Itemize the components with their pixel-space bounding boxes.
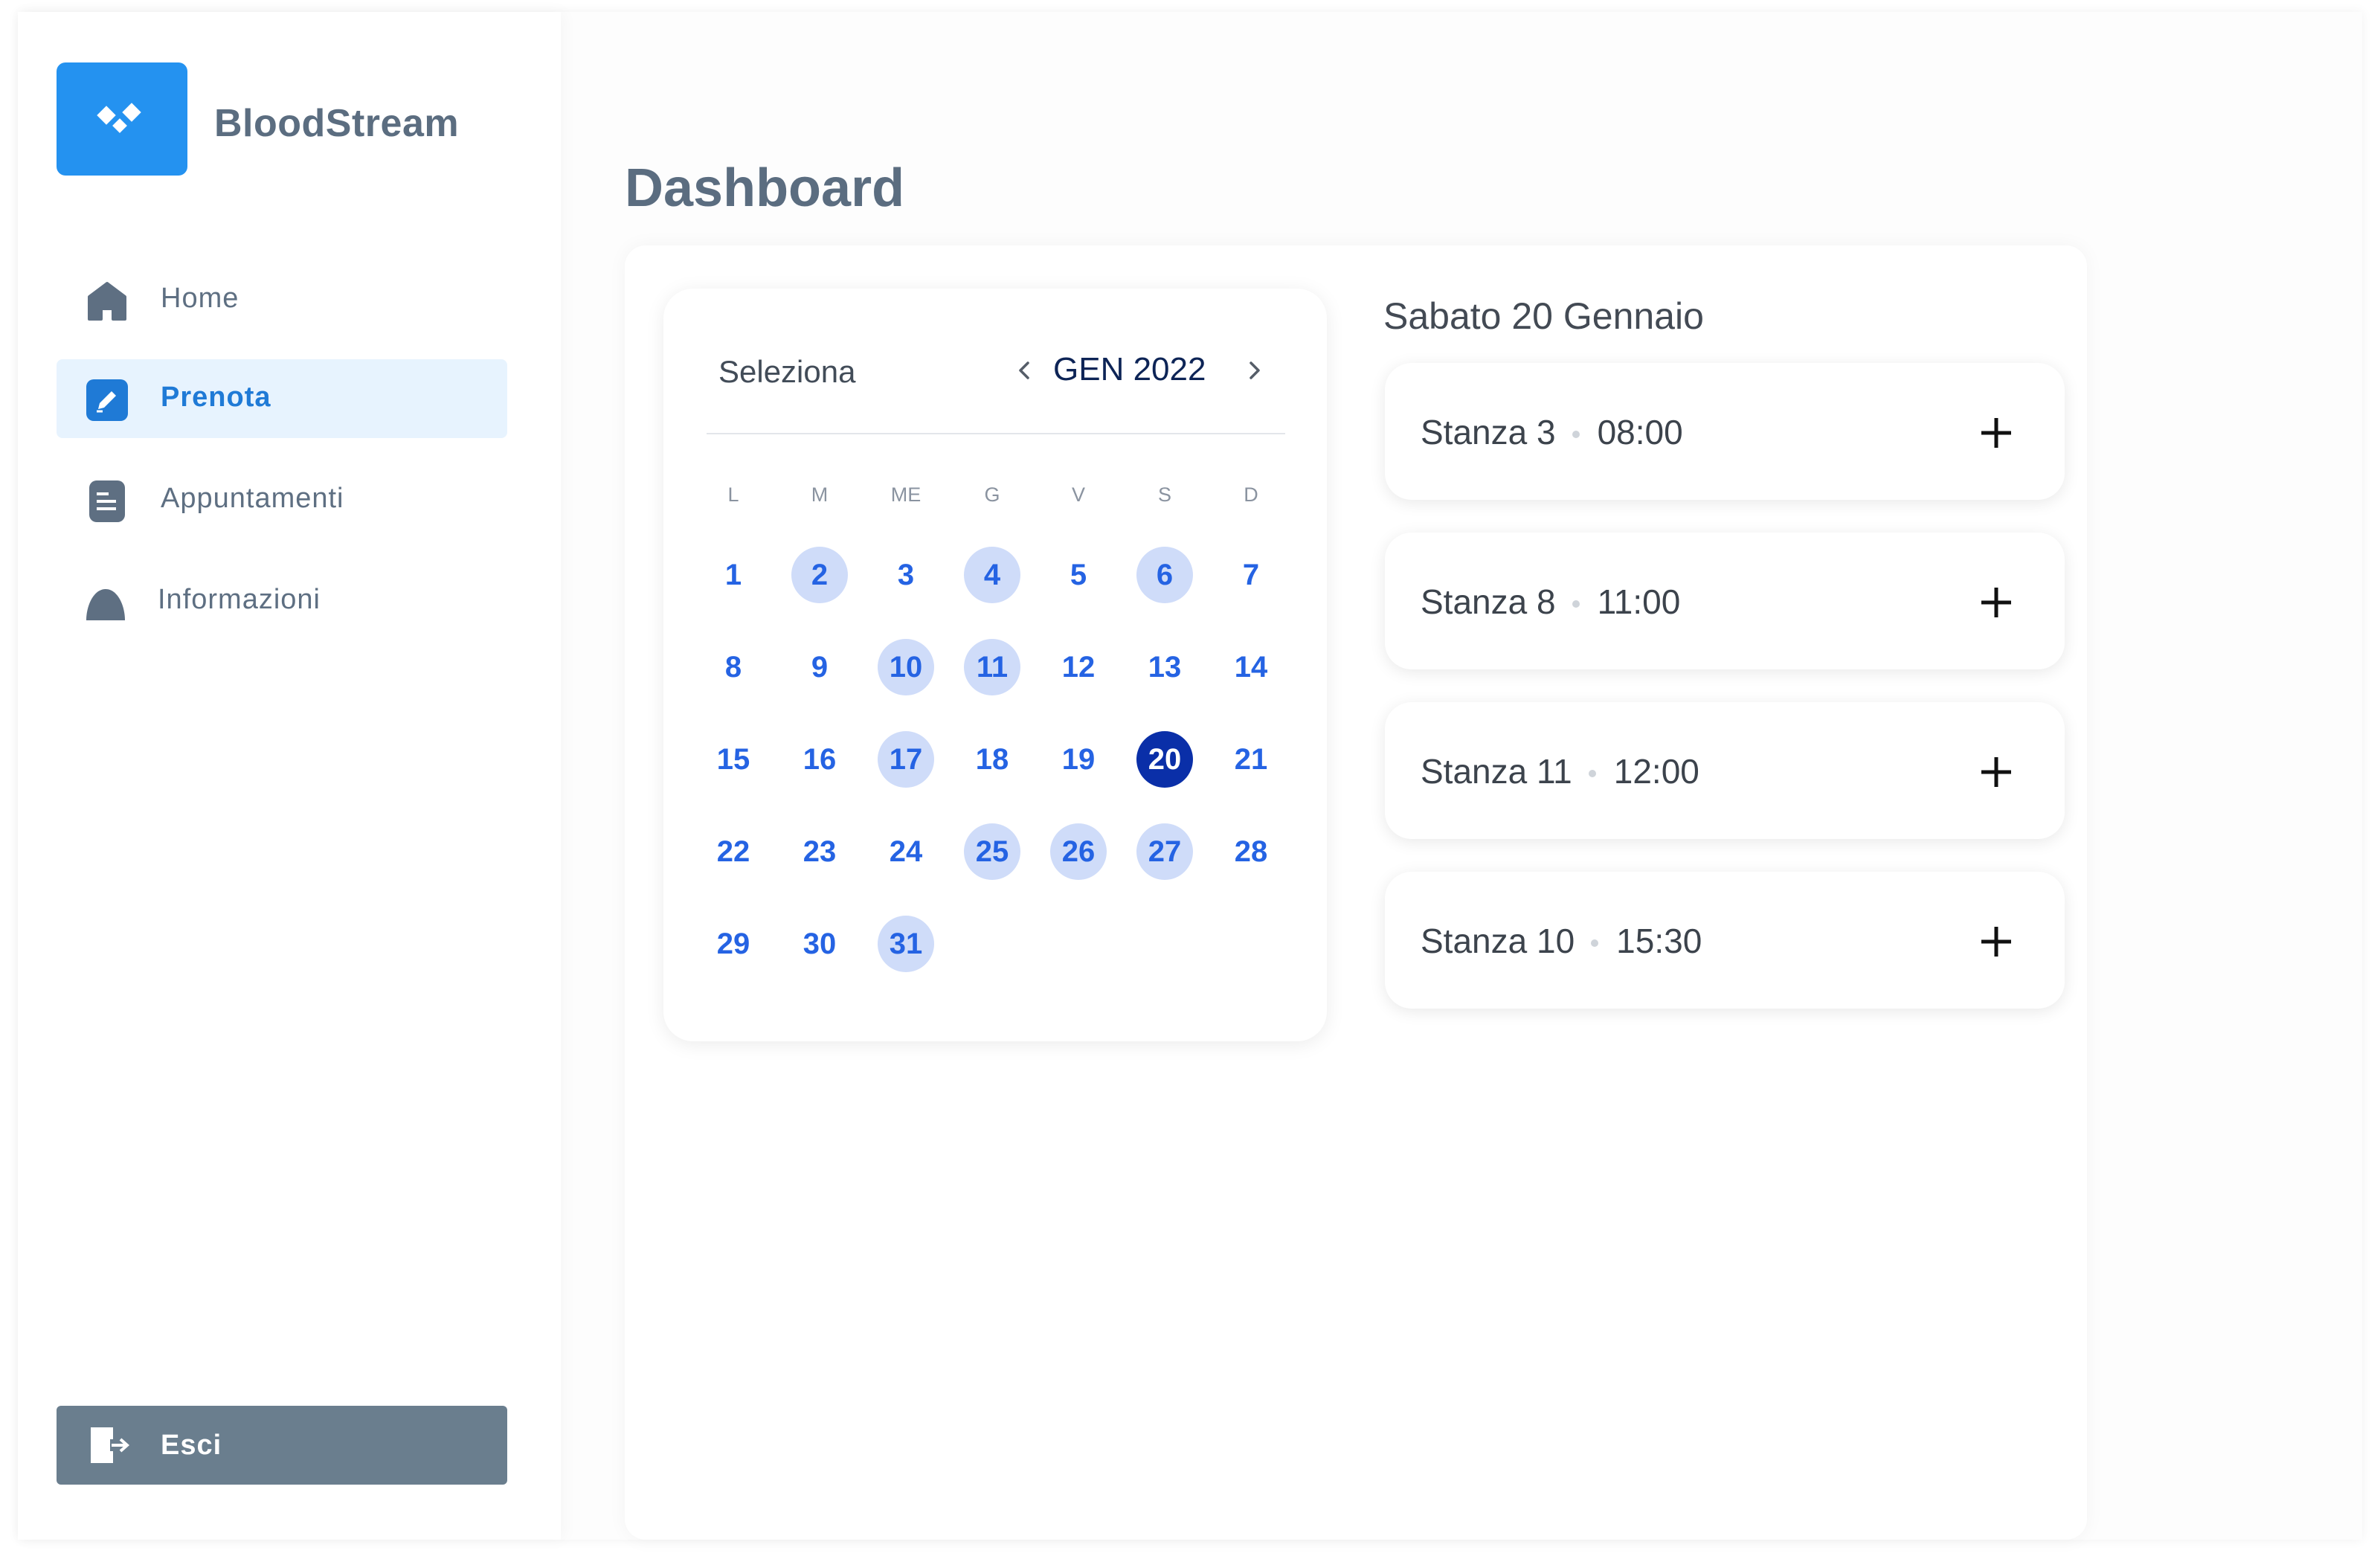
slot-room: Stanza 3 <box>1421 413 1556 451</box>
page-title: Dashboard <box>625 158 905 218</box>
calendar-day[interactable]: 7 <box>1223 547 1279 603</box>
chevron-left-icon[interactable] <box>1012 357 1038 384</box>
weekday-label: D <box>1244 483 1258 506</box>
calendar-day[interactable]: 26 <box>1050 823 1107 880</box>
separator-dot <box>1572 431 1580 438</box>
booking-panel: Seleziona GEN 2022 L M ME G V S D 1 2 3 4 5 6 7 8 9 10 1… <box>625 245 2087 1540</box>
calendar-day[interactable]: 19 <box>1050 731 1107 788</box>
slots-date-title: Sabato 20 Gennaio <box>1383 295 1704 337</box>
weekday-label: V <box>1071 483 1085 506</box>
slot-card[interactable]: Stanza 3 08:00 <box>1385 363 2065 500</box>
separator-dot <box>1591 939 1599 947</box>
calendar-day[interactable]: 11 <box>964 639 1020 695</box>
calendar-day[interactable]: 8 <box>705 639 762 695</box>
weekday-label: S <box>1157 483 1171 506</box>
sidebar-item-label: Home <box>161 283 239 314</box>
calendar-day[interactable]: 28 <box>1223 823 1279 880</box>
edit-icon <box>86 379 128 421</box>
slot-time: 15:30 <box>1616 922 1702 960</box>
sidebar-item-prenota[interactable]: Prenota <box>57 359 507 438</box>
calendar-day[interactable]: 12 <box>1050 639 1107 695</box>
slot-time: 12:00 <box>1613 752 1699 791</box>
weekday-label: M <box>811 483 829 506</box>
sidebar-item-label: Prenota <box>161 382 271 413</box>
separator-dot <box>1588 770 1596 777</box>
slot-card[interactable]: Stanza 8 11:00 <box>1385 533 2065 669</box>
logo-icon <box>97 103 141 133</box>
slot-card[interactable]: Stanza 10 15:30 <box>1385 872 2065 1009</box>
sidebar-item-informazioni[interactable]: Informazioni <box>57 562 507 640</box>
logout-button[interactable]: Esci <box>57 1406 507 1485</box>
info-icon <box>86 589 125 620</box>
plus-icon[interactable] <box>1977 414 2016 452</box>
calendar-day[interactable]: 16 <box>791 731 848 788</box>
logo <box>57 62 187 176</box>
calendar-day[interactable]: 24 <box>878 823 934 880</box>
logout-label: Esci <box>161 1430 222 1461</box>
logout-icon <box>91 1427 130 1463</box>
calendar-day[interactable]: 14 <box>1223 639 1279 695</box>
brand-name: BloodStream <box>214 102 460 145</box>
slot-room: Stanza 11 <box>1421 752 1572 791</box>
calendar-day[interactable]: 17 <box>878 731 934 788</box>
plus-icon[interactable] <box>1977 583 2016 622</box>
app-window: BloodStream Home Prenota Appuntamenti In… <box>18 12 2362 1540</box>
calendar-day[interactable]: 23 <box>791 823 848 880</box>
calendar-day[interactable]: 2 <box>791 547 848 603</box>
calendar-day[interactable]: 22 <box>705 823 762 880</box>
calendar-day[interactable]: 30 <box>791 916 848 972</box>
calendar-day[interactable]: 29 <box>705 916 762 972</box>
calendar-day[interactable]: 10 <box>878 639 934 695</box>
slot-room: Stanza 10 <box>1421 922 1575 960</box>
weekday-label: ME <box>890 483 922 506</box>
calendar-day-selected[interactable]: 20 <box>1136 731 1193 788</box>
chevron-right-icon[interactable] <box>1241 357 1267 384</box>
slot-time: 08:00 <box>1597 413 1683 451</box>
calendar-day[interactable]: 27 <box>1136 823 1193 880</box>
sidebar-item-appuntamenti[interactable]: Appuntamenti <box>57 460 507 539</box>
slot-room: Stanza 8 <box>1421 582 1556 621</box>
weekday-label: G <box>984 483 1000 506</box>
calendar-day[interactable]: 1 <box>705 547 762 603</box>
calendar-select-label: Seleziona <box>718 354 856 389</box>
plus-icon[interactable] <box>1977 753 2016 791</box>
sidebar: BloodStream Home Prenota Appuntamenti In… <box>18 12 561 1540</box>
calendar-day[interactable]: 21 <box>1223 731 1279 788</box>
calendar-month-label: GEN 2022 <box>1053 351 1206 388</box>
document-icon <box>89 480 125 522</box>
calendar-day[interactable]: 18 <box>964 731 1020 788</box>
plus-icon[interactable] <box>1977 922 2016 961</box>
calendar-divider <box>707 433 1285 434</box>
calendar-day[interactable]: 6 <box>1136 547 1193 603</box>
slot-card[interactable]: Stanza 11 12:00 <box>1385 702 2065 839</box>
sidebar-item-label: Informazioni <box>158 584 321 615</box>
calendar-day[interactable]: 13 <box>1136 639 1193 695</box>
calendar-day[interactable]: 25 <box>964 823 1020 880</box>
sidebar-item-home[interactable]: Home <box>57 260 507 339</box>
separator-dot <box>1572 600 1580 608</box>
home-icon <box>88 282 126 321</box>
calendar-day[interactable]: 31 <box>878 916 934 972</box>
calendar-day[interactable]: 4 <box>964 547 1020 603</box>
sidebar-item-label: Appuntamenti <box>161 483 344 514</box>
calendar: Seleziona GEN 2022 L M ME G V S D 1 2 3 4 5 6 7 8 9 10 1… <box>663 289 1327 1041</box>
calendar-day[interactable]: 9 <box>791 639 848 695</box>
calendar-day[interactable]: 5 <box>1050 547 1107 603</box>
weekday-label: L <box>727 483 739 506</box>
slot-time: 11:00 <box>1597 582 1681 621</box>
calendar-day[interactable]: 15 <box>705 731 762 788</box>
calendar-day[interactable]: 3 <box>878 547 934 603</box>
